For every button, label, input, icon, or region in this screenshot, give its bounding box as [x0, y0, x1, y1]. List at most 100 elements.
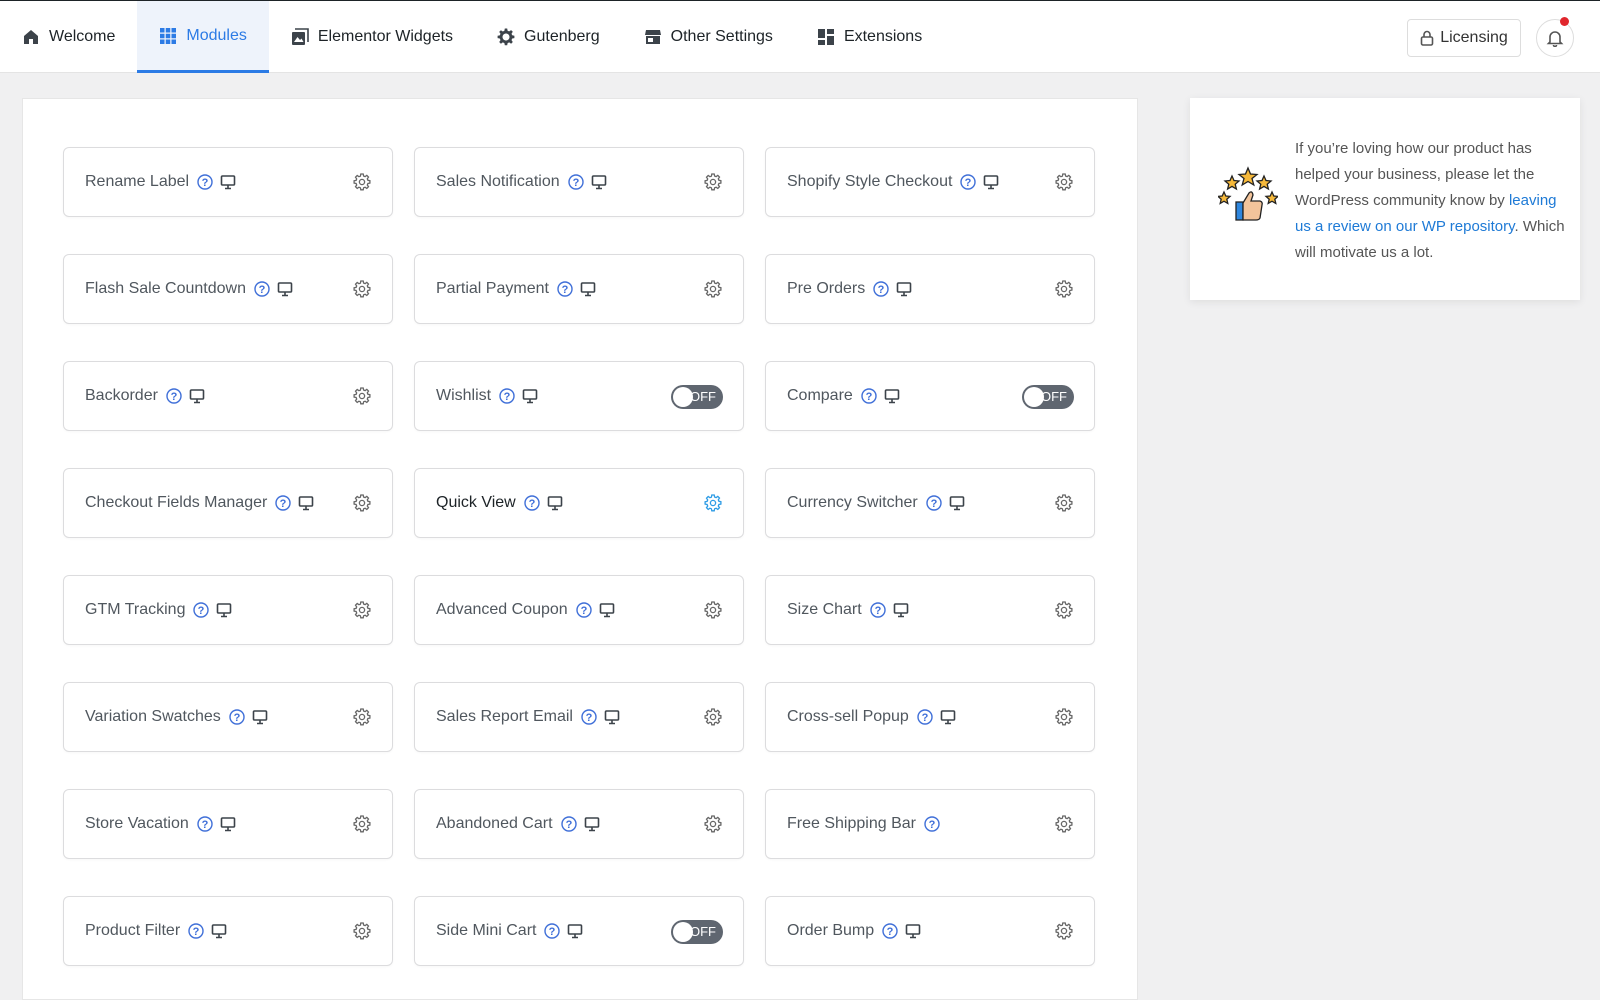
monitor-icon[interactable] [277, 281, 293, 297]
help-icon[interactable]: ? [499, 388, 515, 404]
help-icon[interactable]: ? [581, 709, 597, 725]
monitor-icon[interactable] [522, 388, 538, 404]
svg-text:?: ? [565, 819, 572, 831]
settings-gear-icon[interactable] [353, 494, 371, 512]
monitor-icon[interactable] [604, 709, 620, 725]
svg-text:?: ? [280, 498, 287, 510]
widgets-icon [291, 28, 309, 45]
module-toggle[interactable]: OFF [671, 385, 723, 409]
module-card-abandoned-cart: Abandoned Cart? [414, 789, 744, 859]
settings-gear-icon[interactable] [1055, 173, 1073, 191]
help-icon[interactable]: ? [254, 281, 270, 297]
help-icon[interactable]: ? [166, 388, 182, 404]
help-icon[interactable]: ? [861, 388, 877, 404]
help-icon[interactable]: ? [193, 602, 210, 618]
settings-gear-icon[interactable] [1055, 922, 1073, 940]
licensing-button[interactable]: Licensing [1407, 19, 1521, 57]
help-icon[interactable]: ? [544, 923, 561, 939]
help-icon[interactable]: ? [524, 495, 540, 511]
settings-gear-icon[interactable] [704, 815, 722, 833]
module-label: Free Shipping Bar [787, 815, 916, 832]
settings-gear-icon[interactable] [704, 173, 722, 191]
module-card-size-chart: Size Chart? [765, 575, 1095, 645]
module-label: Backorder [85, 387, 158, 404]
module-toggle[interactable]: OFF [1022, 385, 1074, 409]
tab-modules[interactable]: Modules [137, 1, 269, 73]
monitor-icon[interactable] [591, 174, 607, 190]
settings-gear-icon[interactable] [1055, 601, 1073, 619]
settings-gear-icon[interactable] [1055, 280, 1073, 298]
module-label: Rename Label [85, 173, 190, 190]
monitor-icon[interactable] [905, 923, 921, 939]
monitor-icon[interactable] [189, 388, 205, 404]
help-icon[interactable]: ? [197, 174, 213, 190]
settings-gear-icon[interactable] [353, 708, 371, 726]
help-icon[interactable]: ? [873, 281, 889, 297]
module-toggle[interactable]: OFF [671, 920, 723, 944]
help-icon[interactable]: ? [557, 281, 573, 297]
help-icon[interactable]: ? [924, 816, 940, 832]
monitor-icon[interactable] [983, 174, 999, 190]
settings-gear-icon[interactable] [1055, 494, 1073, 512]
settings-gear-icon[interactable] [353, 922, 371, 940]
monitor-icon[interactable] [220, 816, 236, 832]
monitor-icon[interactable] [547, 495, 563, 511]
module-label: Currency Switcher [787, 494, 918, 511]
tab-extensions[interactable]: Extensions [795, 1, 944, 73]
monitor-icon[interactable] [220, 174, 236, 190]
help-icon[interactable]: ? [188, 923, 204, 939]
help-icon[interactable]: ? [882, 923, 898, 939]
monitor-icon[interactable] [216, 602, 232, 618]
tab-bar: Welcome Modules Elementor Widgets Gutenberg… [0, 1, 944, 73]
settings-gear-icon[interactable] [704, 280, 722, 298]
help-icon[interactable]: ? [870, 602, 886, 618]
help-icon[interactable]: ? [560, 816, 577, 832]
settings-gear-icon[interactable] [1055, 708, 1073, 726]
help-icon[interactable]: ? [197, 816, 213, 832]
module-label: Store Vacation [85, 815, 189, 832]
monitor-icon[interactable] [896, 281, 912, 297]
help-icon[interactable]: ? [960, 174, 977, 190]
monitor-icon[interactable] [893, 602, 909, 618]
monitor-icon[interactable] [252, 709, 268, 725]
monitor-icon[interactable] [211, 923, 227, 939]
modules-panel: Rename Label? Sales Notification? Shopify … [22, 98, 1138, 1000]
module-card-partial-payment: Partial Payment? [414, 254, 744, 324]
tab-label: Modules [186, 26, 247, 44]
module-card-cross-sell-popup: Cross-sell Popup? [765, 682, 1095, 752]
module-label: Abandoned Cart [436, 815, 553, 832]
help-icon[interactable]: ? [575, 602, 592, 618]
settings-gear-icon[interactable] [353, 815, 371, 833]
settings-gear-icon[interactable] [1055, 815, 1073, 833]
tab-gutenberg[interactable]: Gutenberg [475, 1, 622, 73]
tab-welcome[interactable]: Welcome [0, 1, 137, 73]
monitor-icon[interactable] [567, 923, 583, 939]
monitor-icon[interactable] [940, 709, 956, 725]
monitor-icon[interactable] [584, 816, 600, 832]
svg-text:?: ? [965, 177, 972, 189]
module-card-shopify-style-checkout: Shopify Style Checkout? [765, 147, 1095, 217]
settings-gear-icon[interactable] [353, 387, 371, 405]
monitor-icon[interactable] [884, 388, 900, 404]
help-icon[interactable]: ? [926, 495, 942, 511]
monitor-icon[interactable] [580, 281, 596, 297]
settings-gear-icon[interactable] [353, 280, 371, 298]
settings-gear-icon[interactable] [353, 173, 371, 191]
monitor-icon[interactable] [949, 495, 965, 511]
help-icon[interactable]: ? [275, 495, 292, 511]
settings-gear-icon[interactable] [353, 601, 371, 619]
settings-gear-icon[interactable] [704, 708, 722, 726]
settings-gear-icon[interactable] [704, 494, 722, 512]
monitor-icon[interactable] [599, 602, 615, 618]
tab-elementor-widgets[interactable]: Elementor Widgets [269, 1, 475, 73]
help-icon[interactable]: ? [567, 174, 584, 190]
monitor-icon[interactable] [298, 495, 314, 511]
module-label: Order Bump [787, 922, 875, 939]
settings-gear-icon[interactable] [704, 601, 722, 619]
svg-text:?: ? [580, 605, 587, 617]
notifications-button[interactable] [1536, 19, 1574, 57]
tab-other-settings[interactable]: Other Settings [622, 1, 795, 73]
help-icon[interactable]: ? [917, 709, 933, 725]
svg-text:?: ? [171, 391, 178, 403]
help-icon[interactable]: ? [229, 709, 245, 725]
